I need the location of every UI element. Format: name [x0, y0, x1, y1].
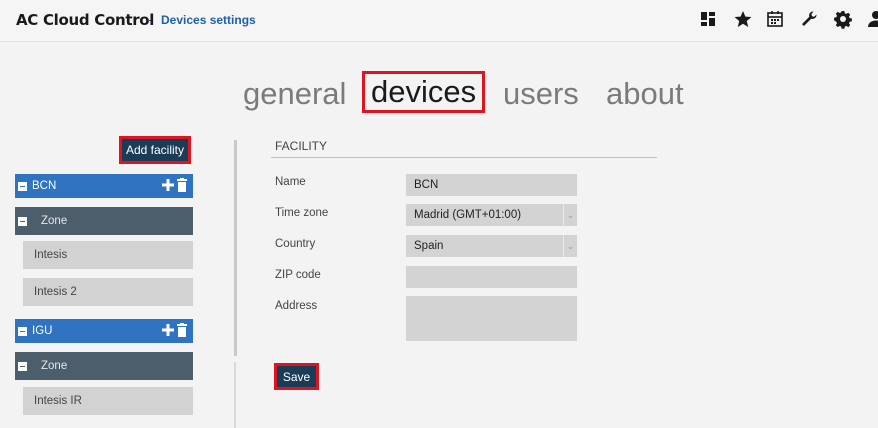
facility-actions [162, 178, 187, 192]
section-divider [271, 157, 657, 158]
collapse-icon[interactable] [18, 181, 27, 191]
address-label: Address [275, 300, 318, 312]
save-button[interactable]: Save [274, 363, 319, 390]
user-icon[interactable] [866, 9, 878, 29]
facility-actions [162, 323, 187, 337]
country-select[interactable]: Spain ⌄ [406, 235, 577, 257]
calendar-icon[interactable] [765, 9, 785, 29]
add-icon[interactable] [162, 178, 174, 192]
trash-icon[interactable] [177, 323, 187, 337]
facility-name: BCN [32, 180, 57, 192]
collapse-icon[interactable] [18, 326, 27, 336]
address-field[interactable] [406, 296, 577, 341]
vertical-divider [234, 140, 237, 356]
tab-about[interactable]: about [606, 74, 684, 114]
collapse-icon[interactable] [18, 216, 27, 226]
timezone-value: Madrid (GMT+01:00) [414, 209, 522, 221]
zone-label: Zone [41, 360, 68, 372]
country-label: Country [275, 238, 316, 250]
title-separator: - [147, 12, 152, 27]
device-item[interactable]: Intesis IR [23, 387, 193, 415]
top-bar: AC Cloud Control - Devices settings [0, 0, 878, 42]
timezone-select[interactable]: Madrid (GMT+01:00) ⌄ [406, 204, 577, 226]
facility-header-igu[interactable]: IGU [15, 319, 193, 343]
timezone-label: Time zone [275, 207, 329, 219]
add-icon[interactable] [162, 323, 174, 337]
chevron-down-icon[interactable]: ⌄ [563, 235, 577, 257]
settings-tabs: general devices users about [0, 71, 878, 120]
facility-header-bcn[interactable]: BCN [15, 174, 193, 198]
section-title: FACILITY [275, 139, 328, 153]
page-subtitle: Devices settings [161, 13, 256, 27]
zone-row[interactable]: Zone [15, 352, 193, 380]
device-item[interactable]: Intesis [23, 241, 193, 269]
gear-icon[interactable] [833, 9, 853, 29]
vertical-divider [234, 362, 236, 428]
tab-general[interactable]: general [243, 74, 346, 114]
trash-icon[interactable] [177, 178, 187, 192]
device-item[interactable]: Intesis 2 [23, 278, 193, 306]
dashboard-icon[interactable] [698, 9, 718, 29]
country-value: Spain [414, 240, 444, 252]
star-icon[interactable] [733, 9, 753, 29]
chevron-down-icon[interactable]: ⌄ [563, 204, 577, 226]
zone-label: Zone [41, 215, 68, 227]
wrench-icon[interactable] [799, 9, 819, 29]
zone-row[interactable]: Zone [15, 207, 193, 235]
zip-field[interactable] [406, 266, 577, 288]
zip-label: ZIP code [275, 269, 321, 281]
tab-users[interactable]: users [503, 74, 579, 114]
app-title: AC Cloud Control [16, 11, 155, 29]
collapse-icon[interactable] [18, 361, 27, 371]
add-facility-button[interactable]: Add facility [119, 136, 191, 164]
tab-devices[interactable]: devices [362, 71, 486, 113]
name-label: Name [275, 176, 306, 188]
facility-name: IGU [32, 325, 53, 337]
name-field[interactable]: BCN [406, 174, 577, 196]
